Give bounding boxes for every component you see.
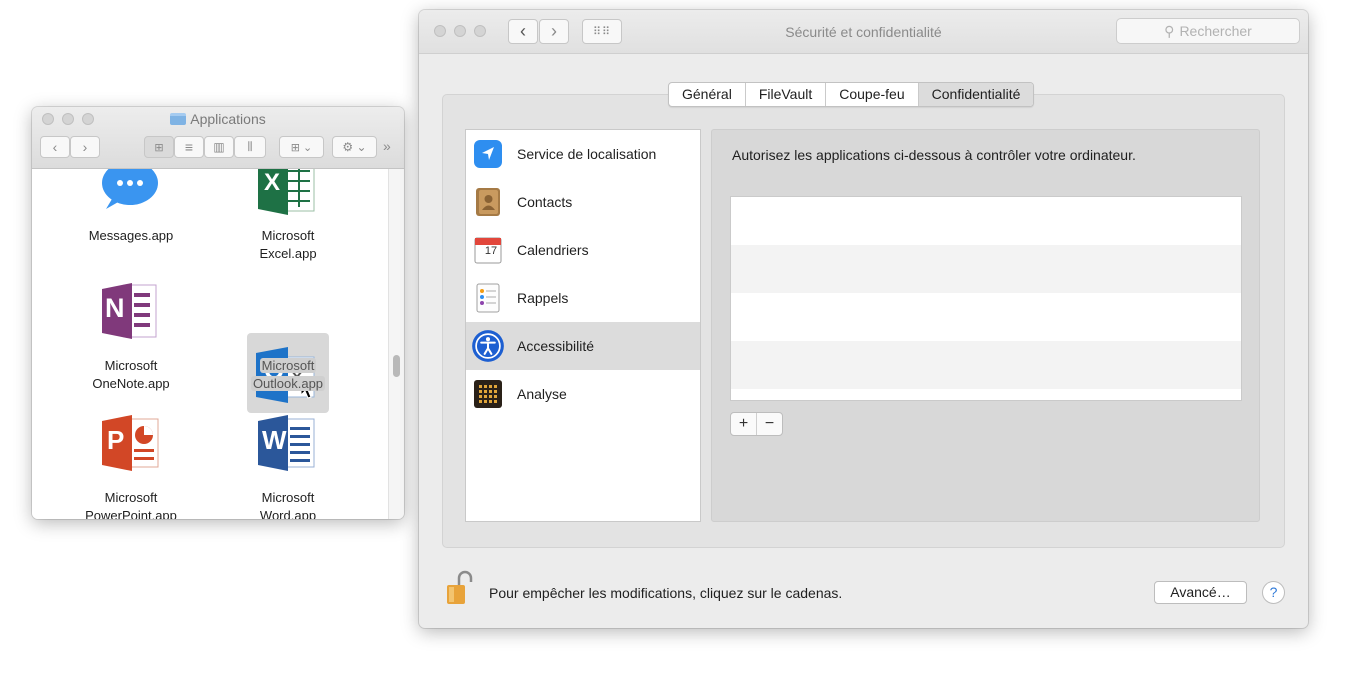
chevron-right-icon: ›	[82, 139, 88, 155]
category-calendars[interactable]: 17 Calendriers	[466, 226, 700, 274]
category-label: Analyse	[517, 386, 567, 402]
privacy-category-list: Service de localisation Contacts 17 Cale…	[465, 129, 701, 522]
category-label: Calendriers	[517, 242, 589, 258]
reminders-icon	[476, 283, 500, 313]
excel-letter: X	[264, 169, 281, 196]
add-remove-controls: + −	[730, 412, 783, 436]
powerpoint-letter: P	[107, 425, 125, 455]
category-reminders[interactable]: Rappels	[466, 274, 700, 322]
app-label: Messages.app	[88, 228, 174, 243]
advanced-button[interactable]: Avancé…	[1154, 581, 1247, 604]
prefs-titlebar: ‹ › ⠿⠿ Sécurité et confidentialité ⚲ Rec…	[419, 10, 1308, 54]
overflow-chevron-icon[interactable]: »	[383, 138, 391, 154]
tab-firewall[interactable]: Coupe-feu	[826, 83, 919, 106]
analytics-grid-icon	[474, 380, 502, 408]
category-location-services[interactable]: Service de localisation	[466, 130, 700, 178]
list-row	[731, 245, 1241, 293]
column-view-button[interactable]: ▥	[204, 136, 234, 158]
help-button[interactable]: ?	[1262, 581, 1285, 604]
unlocked-padlock-icon[interactable]	[445, 570, 473, 606]
app-label: Microsoft PowerPoint.app	[85, 490, 177, 519]
accessibility-detail-pane: Autorisez les applications ci-dessous à …	[711, 129, 1260, 522]
pane-description: Autorisez les applications ci-dessous à …	[732, 147, 1136, 163]
arrange-icon: ⊞ ⌄	[290, 141, 313, 154]
app-label: Microsoft OneNote.app	[92, 358, 170, 391]
messages-icon	[102, 169, 158, 209]
add-app-button[interactable]: +	[731, 413, 757, 435]
tab-bar: Général FileVault Coupe-feu Confidential…	[668, 82, 1035, 107]
grid-icon: ⊞	[154, 141, 164, 154]
forward-button[interactable]: ›	[70, 136, 100, 158]
word-letter: W	[262, 425, 287, 455]
back-button[interactable]: ‹	[40, 136, 70, 158]
category-analytics[interactable]: Analyse	[466, 370, 700, 418]
category-accessibility[interactable]: Accessibilité	[466, 322, 700, 370]
tab-filevault[interactable]: FileVault	[746, 83, 827, 106]
finder-icon-grid: Messages.app X Microsoft Excel.app N Mic…	[32, 169, 388, 519]
arrange-button[interactable]: ⊞ ⌄	[279, 136, 324, 158]
app-label: Microsoft Excel.app	[259, 228, 317, 261]
gallery-view-button[interactable]: ⫼	[234, 136, 266, 158]
category-label: Contacts	[517, 194, 573, 210]
window-title: Applications	[32, 111, 404, 127]
list-icon: ≡	[184, 139, 194, 155]
lock-message: Pour empêcher les modifications, cliquez…	[489, 585, 843, 601]
tab-privacy[interactable]: Confidentialité	[918, 83, 1034, 106]
app-label-selected: Microsoft Outlook.app	[250, 358, 326, 391]
folder-icon	[170, 113, 187, 125]
finder-window: Applications ‹ › ⊞ ≡ ▥ ⫼ ⊞ ⌄ ⚙ ⌄ » Messa…	[32, 107, 404, 519]
accessibility-icon	[472, 330, 504, 362]
action-button[interactable]: ⚙ ⌄	[332, 136, 377, 158]
app-label: Microsoft Word.app	[259, 490, 317, 519]
list-view-button[interactable]: ≡	[174, 136, 204, 158]
remove-app-button[interactable]: −	[757, 413, 782, 435]
list-row	[731, 293, 1241, 341]
gallery-icon: ⫼	[247, 140, 253, 153]
category-label: Rappels	[517, 290, 569, 306]
list-row	[731, 197, 1241, 245]
allowed-apps-list[interactable]	[730, 196, 1242, 401]
calendar-day: 17	[484, 245, 498, 257]
onenote-letter: N	[105, 293, 125, 323]
category-contacts[interactable]: Contacts	[466, 178, 700, 226]
gear-icon: ⚙ ⌄	[342, 140, 367, 154]
scrollbar-thumb[interactable]	[393, 355, 400, 377]
category-label: Service de localisation	[517, 146, 657, 162]
finder-toolbar: Applications ‹ › ⊞ ≡ ▥ ⫼ ⊞ ⌄ ⚙ ⌄ »	[32, 107, 404, 169]
finder-scrollbar[interactable]	[388, 169, 404, 519]
security-preferences-window: ‹ › ⠿⠿ Sécurité et confidentialité ⚲ Rec…	[419, 10, 1308, 628]
search-field[interactable]: ⚲ Rechercher	[1116, 18, 1300, 44]
list-row	[731, 341, 1241, 389]
location-arrow-icon	[474, 140, 502, 168]
search-icon: ⚲	[1164, 22, 1175, 39]
category-label: Accessibilité	[517, 338, 595, 354]
chevron-left-icon: ‹	[52, 139, 58, 155]
contacts-book-icon	[476, 188, 500, 216]
tab-general[interactable]: Général	[669, 83, 746, 106]
list-row	[731, 389, 1241, 400]
icon-view-button[interactable]: ⊞	[144, 136, 174, 158]
search-placeholder: Rechercher	[1179, 23, 1252, 39]
columns-icon: ▥	[213, 140, 225, 154]
